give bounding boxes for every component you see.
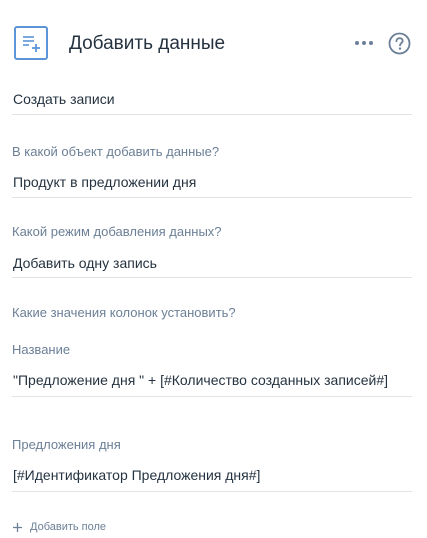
mode-label: Какой режим добавления данных? bbox=[12, 224, 222, 239]
help-circle-icon bbox=[388, 32, 411, 55]
plus-icon bbox=[13, 522, 22, 532]
mode-select[interactable]: Добавить одну запись bbox=[12, 254, 412, 278]
add-field-button[interactable]: Добавить поле bbox=[12, 519, 106, 535]
help-button[interactable] bbox=[388, 32, 411, 55]
add-field-label: Добавить поле bbox=[30, 521, 107, 533]
column-value-name-text: "Предложение дня " + [#Количество создан… bbox=[13, 372, 388, 388]
column-label-name: Название bbox=[12, 342, 71, 357]
column-value-offers[interactable]: [#Идентификатор Предложения дня#] bbox=[12, 466, 412, 492]
object-label: В какой объект добавить данные? bbox=[12, 144, 220, 159]
more-options-button[interactable] bbox=[350, 32, 378, 54]
object-select[interactable]: Продукт в предложении дня bbox=[12, 173, 412, 198]
panel-header: Добавить данные bbox=[0, 0, 427, 88]
add-data-panel: Добавить данные Создать записи В какой о… bbox=[0, 0, 427, 538]
operation-value: Создать записи bbox=[13, 91, 115, 107]
add-data-icon bbox=[14, 26, 48, 60]
more-dots-icon bbox=[355, 41, 373, 45]
panel-title: Добавить данные bbox=[69, 33, 226, 54]
column-value-name[interactable]: "Предложение дня " + [#Количество создан… bbox=[12, 371, 412, 397]
operation-select[interactable]: Создать записи bbox=[12, 90, 412, 115]
mode-value: Добавить одну запись bbox=[13, 255, 157, 271]
column-value-offers-text: [#Идентификатор Предложения дня#] bbox=[13, 467, 261, 483]
column-label-offers: Предложения дня bbox=[12, 437, 121, 452]
columns-section-title: Какие значения колонок установить? bbox=[12, 305, 236, 320]
object-value: Продукт в предложении дня bbox=[13, 174, 197, 190]
